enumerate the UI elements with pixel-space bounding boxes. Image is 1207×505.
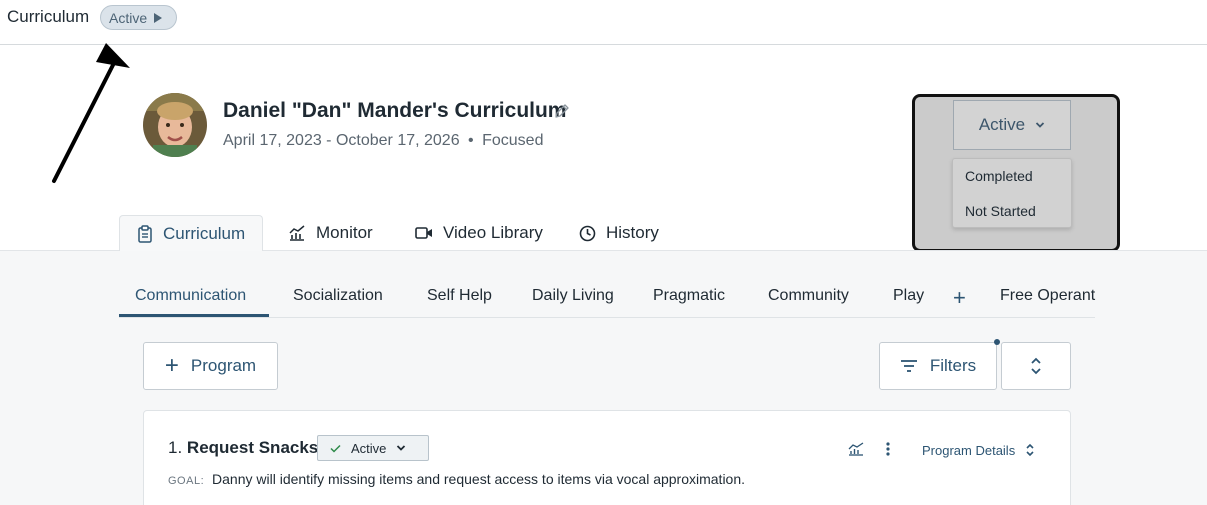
curriculum-mode: Focused <box>482 132 544 149</box>
add-program-label: Program <box>190 356 257 375</box>
chart-icon[interactable] <box>848 442 864 456</box>
more-vertical-icon[interactable] <box>884 440 892 458</box>
domain-tab-community[interactable]: Community <box>768 287 849 305</box>
tab-monitor-label: Monitor <box>316 223 373 242</box>
chevron-down-icon <box>1036 122 1045 128</box>
status-dropdown-button[interactable]: Active <box>953 100 1071 150</box>
program-name: Request Snacks <box>186 438 319 457</box>
program-details-label: Program Details <box>922 442 1016 458</box>
chevron-down-icon <box>397 445 406 451</box>
domain-tab-free-operant[interactable]: Free Operant <box>1000 287 1095 305</box>
status-pill[interactable]: Active <box>100 5 177 30</box>
status-dropdown-menu: Completed Not Started <box>952 158 1072 228</box>
tab-curriculum-label: Curriculum <box>163 223 246 243</box>
tab-video-library[interactable]: Video Library <box>415 215 543 251</box>
domain-tab-socialization[interactable]: Socialization <box>293 287 383 305</box>
domain-tab-play[interactable]: Play <box>893 287 924 305</box>
tab-curriculum[interactable]: Curriculum <box>119 215 263 251</box>
top-bar: Curriculum Active <box>0 0 1207 45</box>
domain-tabs-divider <box>119 317 1095 318</box>
curriculum-dates: April 17, 2023 - October 17, 2026 • Focu… <box>223 132 543 150</box>
filter-icon <box>900 360 917 372</box>
status-dropdown-label: Active <box>978 115 1026 134</box>
goal-label: GOAL: <box>168 475 205 487</box>
filters-label: Filters <box>929 356 977 375</box>
filters-button[interactable]: Filters <box>879 342 997 390</box>
plus-icon: + <box>164 352 179 379</box>
domain-tab-communication[interactable]: Communication <box>135 287 246 305</box>
domain-tab-self-help[interactable]: Self Help <box>427 287 492 305</box>
play-icon <box>154 12 163 23</box>
add-domain-button[interactable]: + <box>953 285 966 311</box>
status-option-not-started[interactable]: Not Started <box>965 203 1036 219</box>
status-option-completed[interactable]: Completed <box>965 168 1033 184</box>
status-pill-label: Active <box>109 9 148 26</box>
expand-collapse-icon <box>1026 443 1034 457</box>
tab-history[interactable]: History <box>579 215 659 251</box>
tab-history-label: History <box>606 223 659 242</box>
expand-collapse-button[interactable] <box>1001 342 1071 390</box>
program-number: 1. <box>168 438 183 457</box>
page-title: Curriculum <box>7 7 90 26</box>
tab-video-library-label: Video Library <box>443 223 543 242</box>
clipboard-icon <box>138 224 152 243</box>
date-range: April 17, 2023 - October 17, 2026 <box>223 132 460 149</box>
dot-separator: • <box>468 132 474 149</box>
program-details-toggle[interactable]: Program Details <box>922 442 1035 458</box>
filter-active-dot <box>994 339 1000 345</box>
add-program-button[interactable]: + Program <box>143 342 278 390</box>
pencil-icon[interactable] <box>554 103 570 119</box>
domain-tab-daily-living[interactable]: Daily Living <box>532 287 614 305</box>
program-status-dropdown[interactable]: Active <box>317 435 429 461</box>
program-title: 1. Request Snacks <box>168 438 318 458</box>
clock-icon <box>579 225 596 241</box>
avatar <box>143 93 207 157</box>
program-goal: GOAL: Danny will identify missing items … <box>168 471 745 487</box>
program-status-label: Active <box>351 440 387 456</box>
domain-tab-pragmatic[interactable]: Pragmatic <box>653 287 725 305</box>
tab-monitor[interactable]: Monitor <box>288 215 373 251</box>
learner-name: Daniel "Dan" Mander's Curriculum <box>223 99 567 122</box>
check-icon <box>330 444 341 453</box>
goal-text: Danny will identify missing items and re… <box>212 471 746 487</box>
annotation-arrow-icon <box>52 43 130 183</box>
expand-collapse-icon <box>1031 357 1041 375</box>
chart-icon <box>289 225 305 241</box>
video-camera-icon <box>415 227 432 239</box>
